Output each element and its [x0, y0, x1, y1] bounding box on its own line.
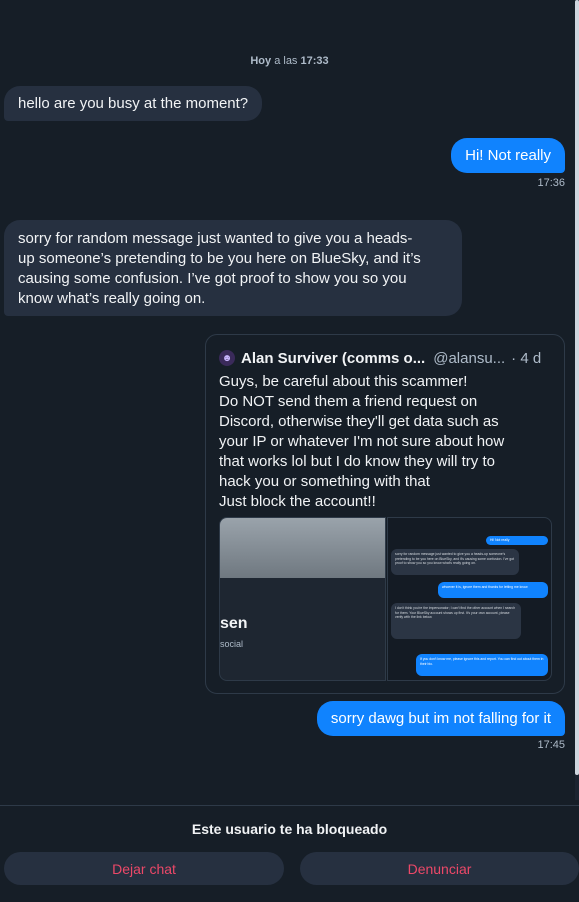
date-time: 17:33: [300, 55, 329, 67]
message-timestamp: 17:36: [537, 177, 565, 189]
message-bubble-outgoing[interactable]: sorry dawg but im not falling for it: [316, 701, 565, 736]
footer-divider: [0, 805, 579, 806]
profile-banner: [220, 518, 385, 578]
message-line: know what’s really going on.: [18, 290, 206, 307]
quoted-post-card[interactable]: ☻ Alan Surviver (comms o... @alansu... ·…: [205, 334, 565, 694]
message-bubble-incoming[interactable]: hello are you busy at the moment?: [4, 86, 263, 121]
quoted-post-body: Guys, be careful about this scammer! Do …: [219, 372, 549, 512]
post-line: Just block the account!!: [219, 493, 376, 510]
mini-message: I don't think you're the impersonator; I…: [391, 603, 521, 639]
mini-message: whoever it is, ignore them and thanks fo…: [438, 582, 548, 598]
message-text: sorry dawg but im not falling for it: [330, 710, 551, 727]
report-button[interactable]: Denunciar: [300, 852, 579, 885]
quoted-post-header: ☻ Alan Surviver (comms o... @alansu... ·…: [219, 348, 552, 368]
mini-message: If you don't know me, please ignore this…: [416, 654, 548, 676]
author-avatar: ☻: [219, 350, 235, 366]
post-age: · 4 d: [511, 349, 542, 367]
date-separator: Hoy a las 17:33: [0, 55, 579, 67]
post-line: hack you or something with that: [219, 473, 430, 490]
post-line: that works lol but I do know they will t…: [219, 453, 495, 470]
post-image-chat-screenshot[interactable]: Hi! Not really sorry for random message …: [387, 517, 552, 681]
profile-name-fragment: sen: [220, 615, 248, 632]
blocked-notice: Este usuario te ha bloqueado: [191, 821, 388, 837]
mini-message: sorry for random message just wanted to …: [391, 549, 519, 575]
post-line: Discord, otherwise they'll get data such…: [219, 413, 499, 430]
post-line: Do NOT send them a friend request on: [219, 393, 478, 410]
post-image-profile[interactable]: sen social: [219, 517, 386, 681]
author-name: Alan Surviver (comms o...: [241, 349, 426, 367]
post-line: Guys, be careful about this scammer!: [219, 373, 468, 390]
message-line: up someone’s pretending to be you here o…: [18, 250, 421, 267]
profile-sub-fragment: social: [220, 639, 244, 649]
scrollbar-thumb[interactable]: [575, 0, 579, 775]
message-line: sorry for random message just wanted to …: [18, 230, 413, 247]
message-text: hello are you busy at the moment?: [18, 95, 249, 112]
date-connector: a las: [271, 55, 301, 67]
message-text: Hi! Not really: [465, 147, 551, 164]
leave-chat-button[interactable]: Dejar chat: [4, 852, 284, 885]
message-bubble-incoming[interactable]: sorry for random message just wanted to …: [4, 220, 462, 316]
date-label: Hoy: [250, 55, 272, 67]
author-handle: @alansu...: [433, 349, 506, 367]
post-line: your IP or whatever I'm not sure about h…: [219, 433, 505, 450]
message-bubble-outgoing[interactable]: Hi! Not really: [451, 138, 565, 173]
message-line: causing some confusion. I’ve got proof t…: [18, 270, 407, 287]
mini-message: Hi! Not really: [486, 536, 548, 545]
message-timestamp: 17:45: [537, 739, 565, 751]
